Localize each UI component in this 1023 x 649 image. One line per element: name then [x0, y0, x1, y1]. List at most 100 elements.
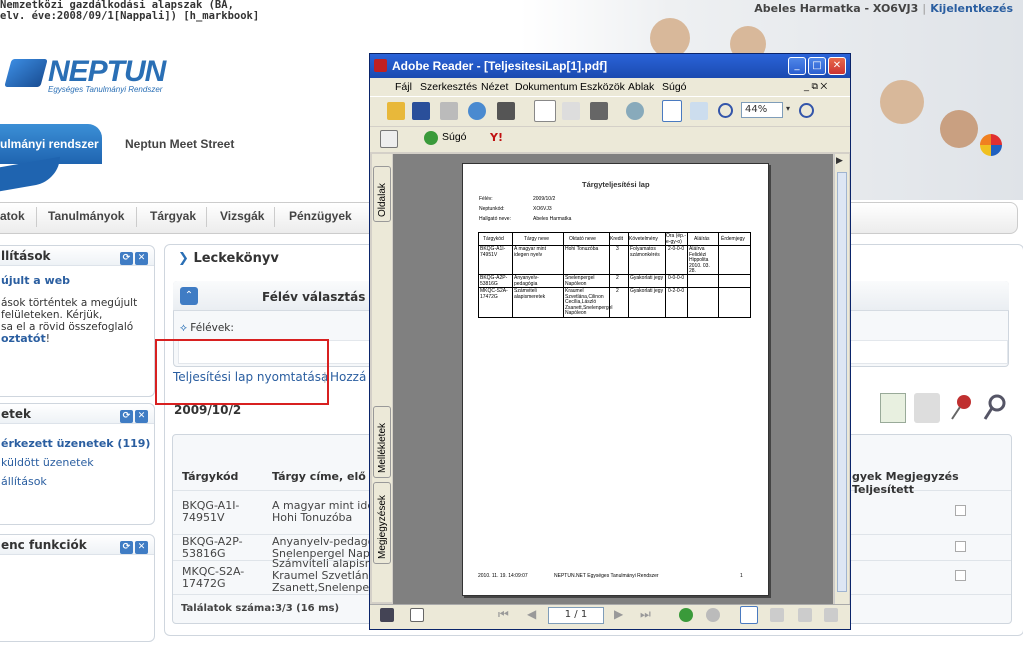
prev-page-icon[interactable]: ◀	[527, 607, 536, 621]
next-page-icon[interactable]: ▶	[614, 607, 623, 621]
doc-minimize-icon[interactable]: _ ⧉ ✕	[804, 81, 827, 92]
zoom-tool-icon[interactable]	[626, 102, 644, 120]
table-row[interactable]: BKQG-A2P- 53816G	[182, 536, 243, 560]
neptun-logo[interactable]: NEPTUN Egységes Tanulmányi Rendszer	[4, 55, 166, 94]
search-icon[interactable]	[982, 393, 1008, 423]
panel-toggle-icon[interactable]	[380, 608, 394, 622]
close-icon[interactable]: ✕	[135, 541, 148, 554]
pin-icon[interactable]	[948, 393, 974, 423]
forward-icon[interactable]	[706, 608, 720, 622]
zoom-out-icon[interactable]	[718, 103, 733, 118]
pdf-cell: Hohi Tonuzóba	[565, 246, 599, 252]
options-arrow-icon[interactable]: ▶	[836, 156, 843, 166]
fit-page-icon[interactable]	[662, 100, 682, 122]
close-icon[interactable]: ✕	[135, 410, 148, 423]
guide-link[interactable]: oztatót	[1, 332, 46, 345]
inbox-link[interactable]: érkezett üzenetek (119)	[1, 434, 154, 453]
completed-checkbox[interactable]	[955, 505, 966, 516]
logout-link[interactable]: Kijelentkezés	[930, 2, 1013, 15]
fit-width-icon[interactable]	[690, 102, 708, 120]
table-cell: A magyar mint ideg Hohi Tonuzóba	[272, 499, 382, 524]
menu-item-adatok[interactable]: atok	[0, 209, 25, 223]
minimize-button[interactable]: _	[788, 57, 806, 75]
menu-item-vizsgak[interactable]: Vizsgák	[220, 209, 264, 223]
save-icon[interactable]	[412, 102, 430, 120]
collapse-icon[interactable]: ⌃	[180, 287, 198, 305]
window-title[interactable]: Adobe Reader - [TeljesitesiLap[1].pdf]	[370, 54, 850, 78]
binoculars-icon[interactable]	[497, 102, 515, 120]
menu-dokumentum[interactable]: Dokumentum	[515, 81, 577, 93]
pdf-header: Érdemjegy	[721, 236, 745, 242]
table-row[interactable]: MKQC-S2A- 17472G	[182, 566, 244, 590]
semester-panel-title: Félév választás	[262, 290, 366, 304]
menu-item-penzugyek[interactable]: Pénzügyek	[289, 209, 352, 223]
hand-tool-icon[interactable]	[534, 100, 556, 122]
zoom-input[interactable]: 44%	[741, 102, 783, 118]
vertical-scrollbar[interactable]	[834, 154, 849, 604]
maximize-button[interactable]: □	[808, 57, 826, 75]
last-page-icon[interactable]: ⏭	[640, 607, 651, 622]
adobe-app-icon[interactable]	[374, 59, 387, 72]
menu-ablak[interactable]: Ablak	[628, 81, 654, 93]
first-page-icon[interactable]: ⏮	[498, 607, 509, 622]
page-number-input[interactable]: 1 / 1	[548, 607, 604, 624]
pdf-header: Tárgy neve	[524, 236, 550, 242]
news-link[interactable]: újult a web	[1, 274, 154, 287]
facing-icon[interactable]	[798, 608, 812, 622]
completed-checkbox[interactable]	[955, 570, 966, 581]
page-size-icon[interactable]	[410, 608, 424, 622]
continuous-facing-icon[interactable]	[824, 608, 838, 622]
zoom-in-icon[interactable]	[799, 103, 814, 118]
column-header-tail[interactable]: gyek Megjegyzés Teljesített	[852, 470, 1023, 496]
message-settings-link[interactable]: állítások	[1, 472, 154, 491]
pdf-header: Tárgykód	[483, 236, 504, 242]
menu-eszkozok[interactable]: Eszközök	[580, 81, 625, 93]
pdf-cell: Snelenpergel Napóleon	[565, 275, 595, 287]
pages-menu-icon[interactable]	[380, 130, 398, 148]
column-header-name[interactable]: Tárgy címe, elő	[272, 470, 366, 483]
program-info: Nemzetközi gazdálkodási alapszak (BA, el…	[0, 0, 260, 22]
continuous-icon[interactable]	[770, 608, 784, 622]
menu-item-targyak[interactable]: Tárgyak	[150, 209, 196, 223]
back-icon[interactable]	[679, 608, 693, 622]
menu-nezet[interactable]: Nézet	[481, 81, 508, 93]
help-button[interactable]: Súgó	[442, 131, 467, 143]
pdf-title: Tárgyteljesítési lap	[582, 180, 650, 189]
sent-link[interactable]: küldött üzenetek	[1, 453, 154, 472]
pdf-header: Óra (ép.-e-gy-o)	[666, 233, 687, 245]
tab-tanulmanyi-rendszer[interactable]: ulmányi rendszer	[0, 124, 102, 164]
single-page-icon[interactable]	[740, 606, 758, 624]
snapshot-icon[interactable]	[590, 102, 608, 120]
menu-szerkesztes[interactable]: Szerkesztés	[420, 81, 477, 93]
column-header-code[interactable]: Tárgykód	[182, 470, 238, 483]
menu-item-tanulmanyok[interactable]: Tanulmányok	[48, 209, 124, 223]
email-icon[interactable]	[468, 102, 486, 120]
tab-attachments[interactable]: Mellékletek	[373, 406, 391, 478]
close-icon[interactable]: ✕	[135, 252, 148, 265]
menu-fajl[interactable]: Fájl	[395, 81, 412, 93]
add-link[interactable]: Hozzá	[330, 370, 366, 384]
refresh-icon[interactable]: ⟳	[120, 541, 133, 554]
refresh-icon[interactable]: ⟳	[120, 252, 133, 265]
tab-pages[interactable]: Oldalak	[373, 166, 391, 222]
yahoo-icon[interactable]: Y!	[490, 131, 503, 144]
table-row[interactable]: BKQG-A1I- 74951V	[182, 500, 239, 524]
printer-icon[interactable]	[914, 393, 940, 423]
completed-checkbox[interactable]	[955, 541, 966, 552]
pdf-cell: Folyamatos számonkérés	[630, 246, 660, 258]
window-close-button[interactable]: ✕	[828, 57, 846, 75]
pdf-cell: Kraumel Szvetlána,Cilinon Cecília,László…	[565, 288, 613, 316]
sidebar-box-settings: llítások ⟳ ✕ újult a web ások történtek a…	[0, 245, 155, 397]
zoom-dropdown-icon[interactable]: ▾	[786, 104, 790, 113]
language-globe-icon[interactable]	[980, 134, 1002, 156]
print-icon[interactable]	[440, 102, 458, 120]
excel-export-icon[interactable]	[880, 393, 906, 423]
select-tool-icon[interactable]	[562, 102, 580, 120]
menu-sugo[interactable]: Súgó	[662, 81, 687, 93]
tab-meet-street[interactable]: Neptun Meet Street	[125, 137, 234, 151]
pdf-cell: 2	[616, 275, 619, 281]
refresh-icon[interactable]: ⟳	[120, 410, 133, 423]
tab-comments[interactable]: Megjegyzések	[373, 482, 391, 564]
open-icon[interactable]	[387, 102, 405, 120]
pdf-page	[462, 163, 769, 596]
